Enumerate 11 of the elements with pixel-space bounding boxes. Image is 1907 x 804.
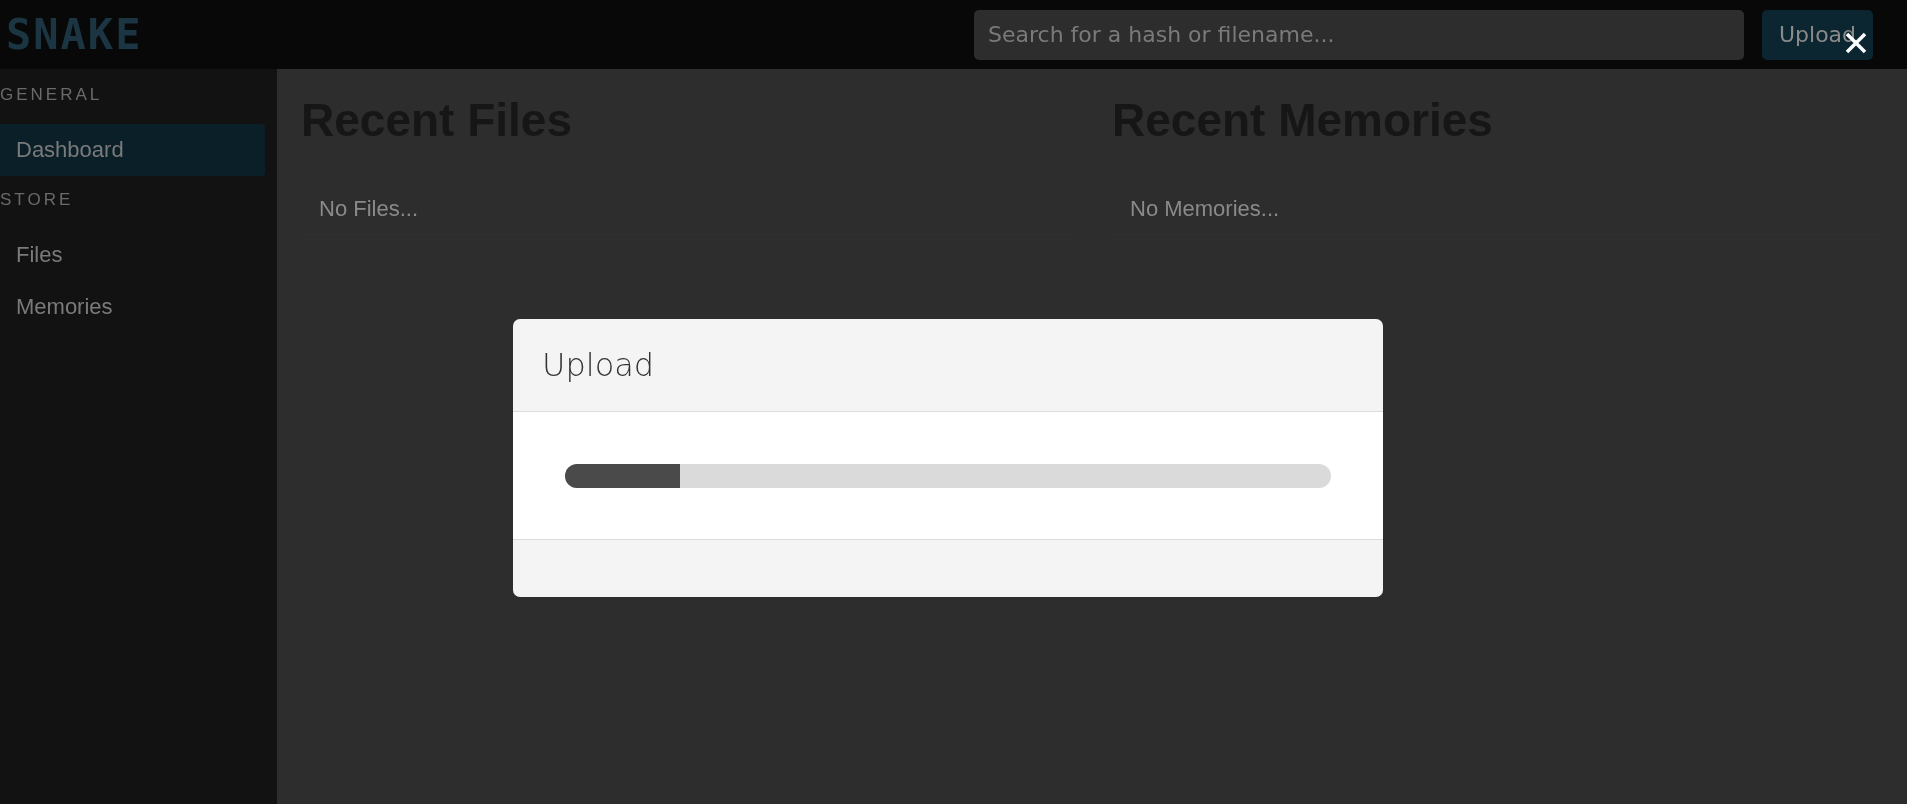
empty-message: No Files... — [301, 184, 1072, 235]
sidebar-section-label: GENERAL — [0, 84, 104, 106]
upload-button[interactable]: Upload — [1762, 9, 1873, 60]
sidebar-item[interactable]: Files — [0, 229, 265, 281]
logo: SNAKE — [6, 10, 143, 59]
dialog-title: Upload — [542, 346, 655, 384]
sidebar-item[interactable]: Memories — [0, 281, 265, 333]
sidebar-section-label: STORE — [0, 189, 75, 211]
search-field[interactable]: Search for a hash or filename... — [974, 9, 1744, 60]
sidebar-item[interactable]: Dashboard — [0, 124, 265, 176]
empty-message: No Memories... — [1112, 184, 1883, 235]
